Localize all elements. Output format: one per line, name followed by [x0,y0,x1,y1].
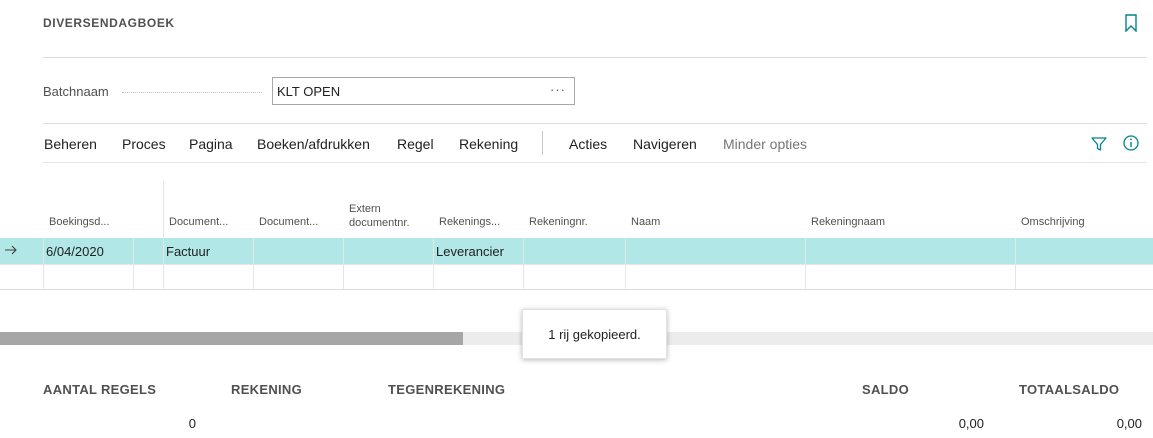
column-extern-documentnr[interactable]: Extern documentnr. [349,202,424,230]
header-divider [43,57,1147,58]
row-divider [0,264,1153,265]
grid-col-line [343,238,344,289]
toast-notification: 1 rij gekopieerd. [522,309,667,359]
bookmark-icon[interactable] [1124,14,1138,32]
grid-col-line [1015,238,1016,289]
field-divider [43,123,1147,124]
menu-boeken-afdrukken[interactable]: Boeken/afdrukken [257,136,370,152]
grid-col-line [433,238,434,289]
page-title: DIVERSENDAGBOEK [43,16,175,30]
column-naam[interactable]: Naam [631,216,660,228]
menu-rekening[interactable]: Rekening [459,136,518,152]
arrow-right-icon [5,245,17,255]
scrollbar-thumb[interactable] [0,332,463,345]
summary-tegenrekening-label: TEGENREKENING [388,382,506,397]
cell-boekingsdatum[interactable]: 6/04/2020 [46,244,104,259]
summary-aantal-regels-value: 0 [188,416,196,431]
menu-acties[interactable]: Acties [569,136,607,152]
column-documentsoort[interactable]: Document... [169,216,228,228]
menu-proces[interactable]: Proces [122,136,166,152]
info-icon[interactable] [1122,134,1140,152]
menu-pagina[interactable]: Pagina [189,136,233,152]
grid-col-line [163,181,164,289]
menu-divider [43,162,1147,163]
batch-name-field[interactable]: KLT OPEN ··· [272,77,575,105]
menu-separator [542,131,543,155]
grid-col-line [43,238,44,289]
column-rekeningsoort[interactable]: Rekenings... [439,216,500,228]
summary-saldo-value: 0,00 [958,416,984,431]
grid-col-line [625,238,626,289]
batch-name-label: Batchnaam [43,84,109,99]
menu-regel[interactable]: Regel [397,136,434,152]
grid-col-line [133,238,134,289]
grid-col-line [523,238,524,289]
grid-col-line [253,238,254,289]
menu-beheren[interactable]: Beheren [44,136,97,152]
summary-totaalsaldo-label: TOTAALSALDO [1019,382,1120,397]
column-omschrijving[interactable]: Omschrijving [1021,216,1085,228]
filter-icon[interactable] [1090,135,1108,153]
toast-message: 1 rij gekopieerd. [548,327,641,342]
column-documentnr[interactable]: Document... [259,216,318,228]
column-rekeningnaam[interactable]: Rekeningnaam [811,216,885,228]
grid-col-line [805,238,806,289]
summary-totaalsaldo-value: 0,00 [1116,416,1142,431]
batch-name-value: KLT OPEN [277,84,341,99]
field-dots [122,92,262,93]
summary-aantal-regels-label: AANTAL REGELS [43,382,157,397]
column-rekeningnr[interactable]: Rekeningnr. [529,216,588,228]
column-boekingsdatum[interactable]: Boekingsd... [49,216,110,228]
summary-saldo-label: SALDO [862,382,909,397]
less-options-button[interactable]: Minder opties [723,136,807,152]
cell-rekeningsoort[interactable]: Leverancier [436,244,504,259]
batch-lookup-button[interactable]: ··· [550,82,566,97]
cell-documentsoort[interactable]: Factuur [166,244,210,259]
summary-rekening-label: REKENING [231,382,303,397]
grid-bottom-divider [0,289,1153,290]
menu-navigeren[interactable]: Navigeren [633,136,697,152]
